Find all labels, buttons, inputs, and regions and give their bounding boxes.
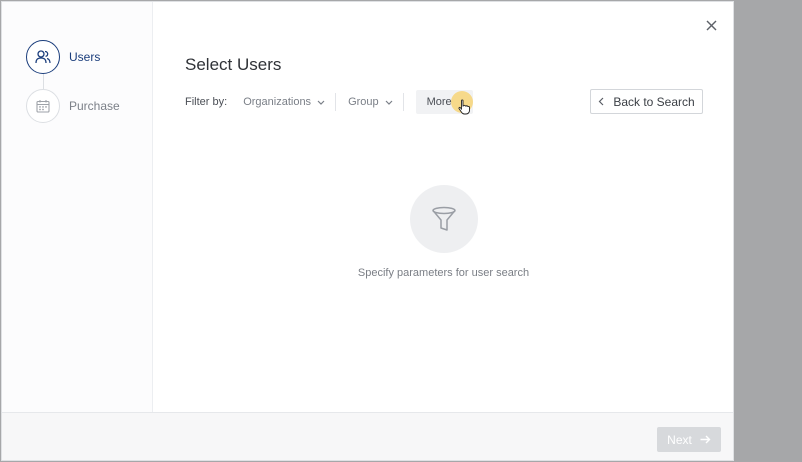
group-filter-label: Group	[348, 96, 379, 108]
select-users-dialog: Users Purchase Select Users Filter by: O…	[1, 1, 734, 461]
arrow-right-icon	[700, 435, 711, 444]
wizard-steps-sidebar: Users Purchase	[2, 2, 153, 412]
step-connector	[43, 74, 44, 89]
filter-bar: Filter by: Organizations Group More	[185, 90, 473, 115]
users-icon	[26, 40, 60, 74]
next-label: Next	[667, 432, 692, 447]
calendar-icon	[26, 89, 60, 123]
organizations-filter-dropdown[interactable]: Organizations	[243, 91, 335, 113]
dialog-footer: Next	[2, 412, 733, 460]
group-filter-dropdown[interactable]: Group	[348, 91, 403, 113]
back-to-search-label: Back to Search	[613, 94, 695, 109]
filter-label: Filter by:	[185, 96, 228, 108]
filter-separator	[402, 93, 404, 111]
hand-cursor-icon	[458, 99, 470, 115]
filter-separator	[335, 93, 337, 111]
step-purchase-label: Purchase	[69, 99, 120, 113]
organizations-filter-label: Organizations	[243, 96, 312, 108]
chevron-down-icon	[385, 100, 393, 105]
next-button[interactable]: Next	[657, 427, 721, 452]
chevron-down-icon	[317, 100, 325, 105]
funnel-icon	[410, 185, 478, 253]
back-to-search-button[interactable]: Back to Search	[590, 89, 703, 114]
step-purchase[interactable]: Purchase	[26, 89, 120, 123]
more-filters-label: More	[426, 96, 452, 108]
close-button[interactable]	[702, 16, 720, 34]
step-users-label: Users	[69, 50, 101, 64]
more-filters-button[interactable]: More	[415, 90, 473, 115]
modal-backdrop	[735, 0, 802, 462]
page-title: Select Users	[185, 55, 282, 74]
step-users[interactable]: Users	[26, 40, 100, 74]
empty-state-message: Specify parameters for user search	[357, 267, 530, 279]
chevron-left-icon	[598, 97, 604, 106]
close-icon	[706, 20, 716, 30]
